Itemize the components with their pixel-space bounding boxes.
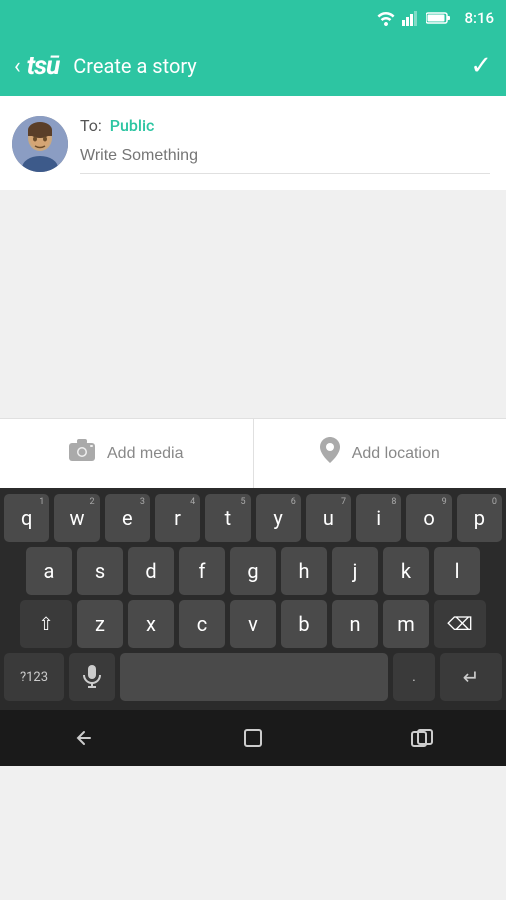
key-y[interactable]: 6y bbox=[256, 494, 301, 542]
backspace-key[interactable]: ⌫ bbox=[434, 600, 486, 648]
submit-button[interactable]: ✓ bbox=[470, 51, 492, 81]
keyboard-row-2: a s d f g h j k l bbox=[4, 547, 502, 595]
home-nav-button[interactable] bbox=[239, 726, 267, 750]
compose-area: To: Public bbox=[0, 96, 506, 190]
nav-bar bbox=[0, 710, 506, 766]
key-w[interactable]: 2w bbox=[54, 494, 99, 542]
bottom-toolbar: Add media Add location bbox=[0, 418, 506, 488]
key-t[interactable]: 5t bbox=[205, 494, 250, 542]
key-o[interactable]: 9o bbox=[406, 494, 451, 542]
key-z[interactable]: z bbox=[77, 600, 123, 648]
to-value[interactable]: Public bbox=[110, 116, 155, 135]
mic-key[interactable] bbox=[69, 653, 115, 701]
keyboard-row-4: ?123 . ↵ bbox=[4, 653, 502, 701]
back-nav-button[interactable] bbox=[70, 726, 98, 750]
compose-fields: To: Public bbox=[80, 112, 490, 174]
key-k[interactable]: k bbox=[383, 547, 429, 595]
key-l[interactable]: l bbox=[434, 547, 480, 595]
key-s[interactable]: s bbox=[77, 547, 123, 595]
app-logo: tsū bbox=[27, 51, 60, 81]
key-e[interactable]: 3e bbox=[105, 494, 150, 542]
period-key[interactable]: . bbox=[393, 653, 435, 701]
wifi-icon bbox=[376, 10, 396, 26]
keyboard-row-3: ⇧ z x c v b n m ⌫ bbox=[4, 600, 502, 648]
status-icons: 8:16 bbox=[376, 9, 494, 27]
key-j[interactable]: j bbox=[332, 547, 378, 595]
signal-icon bbox=[402, 10, 420, 26]
key-i[interactable]: 8i bbox=[356, 494, 401, 542]
shift-key[interactable]: ⇧ bbox=[20, 600, 72, 648]
return-key[interactable]: ↵ bbox=[440, 653, 502, 701]
add-location-button[interactable]: Add location bbox=[254, 419, 506, 488]
write-input[interactable] bbox=[80, 147, 490, 174]
add-media-button[interactable]: Add media bbox=[0, 419, 254, 488]
avatar bbox=[12, 116, 68, 172]
key-r[interactable]: 4r bbox=[155, 494, 200, 542]
battery-icon bbox=[426, 11, 450, 25]
key-v[interactable]: v bbox=[230, 600, 276, 648]
status-time: 8:16 bbox=[464, 9, 494, 27]
key-x[interactable]: x bbox=[128, 600, 174, 648]
key-f[interactable]: f bbox=[179, 547, 225, 595]
key-p[interactable]: 0p bbox=[457, 494, 502, 542]
app-bar: ‹ tsū Create a story ✓ bbox=[0, 36, 506, 96]
avatar-image bbox=[12, 116, 68, 172]
page-title: Create a story bbox=[73, 54, 470, 78]
status-bar: 8:16 bbox=[0, 0, 506, 36]
key-a[interactable]: a bbox=[26, 547, 72, 595]
recents-nav-button[interactable] bbox=[408, 726, 436, 750]
key-d[interactable]: d bbox=[128, 547, 174, 595]
num123-key[interactable]: ?123 bbox=[4, 653, 64, 701]
camera-icon bbox=[69, 439, 95, 468]
key-u[interactable]: 7u bbox=[306, 494, 351, 542]
add-location-label: Add location bbox=[352, 445, 440, 463]
grey-space bbox=[0, 190, 506, 418]
to-line: To: Public bbox=[80, 116, 490, 135]
add-media-label: Add media bbox=[107, 445, 184, 463]
key-c[interactable]: c bbox=[179, 600, 225, 648]
key-b[interactable]: b bbox=[281, 600, 327, 648]
key-q[interactable]: 1q bbox=[4, 494, 49, 542]
key-g[interactable]: g bbox=[230, 547, 276, 595]
keyboard-row-1: 1q 2w 3e 4r 5t 6y 7u 8i 9o 0p bbox=[4, 494, 502, 542]
back-button[interactable]: ‹ bbox=[14, 54, 21, 79]
keyboard: 1q 2w 3e 4r 5t 6y 7u 8i 9o 0p a s d f g … bbox=[0, 488, 506, 710]
key-m[interactable]: m bbox=[383, 600, 429, 648]
key-h[interactable]: h bbox=[281, 547, 327, 595]
space-key[interactable] bbox=[120, 653, 388, 701]
key-n[interactable]: n bbox=[332, 600, 378, 648]
to-label: To: bbox=[80, 116, 102, 135]
location-icon bbox=[320, 437, 340, 470]
